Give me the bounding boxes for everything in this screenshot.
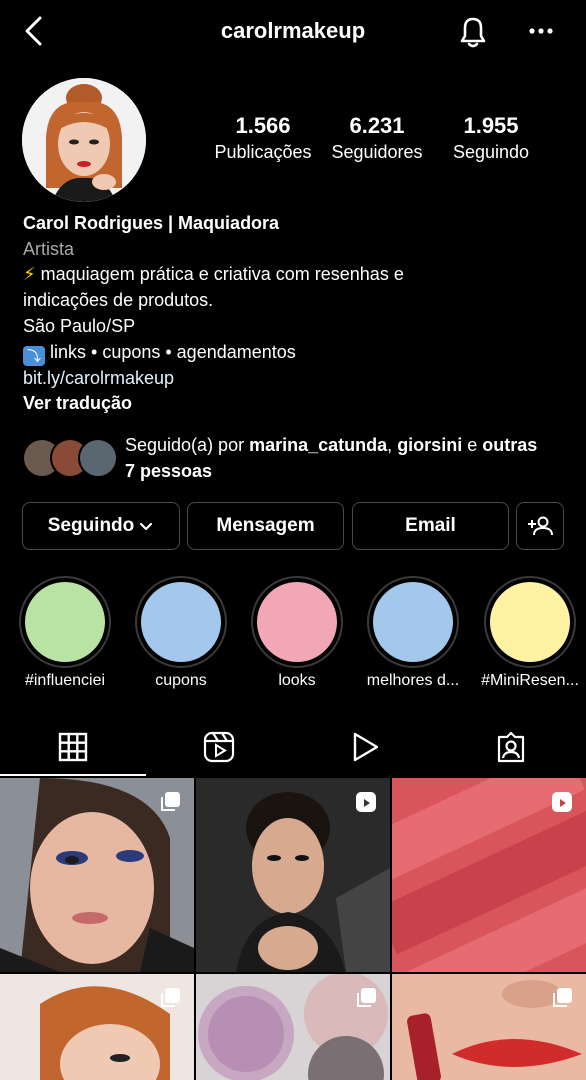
followed-by-user-2[interactable]: giorsini <box>397 435 462 455</box>
notifications-button[interactable] <box>456 14 490 50</box>
bio-link[interactable]: bit.ly/carolrmakeup <box>23 366 568 392</box>
email-button-label: Email <box>405 515 456 536</box>
followed-by[interactable]: Seguido(a) por marina_catunda, giorsini … <box>22 432 567 486</box>
story-highlight-looks[interactable]: looks <box>251 576 343 689</box>
followed-by-text: Seguido(a) por marina_catunda, giorsini … <box>125 432 545 484</box>
email-button[interactable]: Email <box>352 502 509 550</box>
highlight-cover <box>490 582 570 662</box>
tab-reels[interactable] <box>146 718 292 776</box>
tagged-icon <box>497 731 525 763</box>
bio-line-1: ⚡ maquiagem prática e criativa com resen… <box>23 262 568 288</box>
carousel-icon <box>553 988 572 1007</box>
profile-tabs <box>0 718 586 776</box>
profile-photo <box>22 78 146 202</box>
highlight-cover <box>373 582 453 662</box>
tab-tagged[interactable] <box>438 718 584 776</box>
stat-following-label: Seguindo <box>452 142 530 162</box>
followed-by-prefix: Seguido(a) por <box>125 435 245 455</box>
highlight-cover <box>141 582 221 662</box>
arrow-down-icon: ⤵ <box>23 345 45 366</box>
post-thumbnail[interactable] <box>392 974 586 1080</box>
story-highlight-miniresenhas[interactable]: #MiniResen... <box>481 576 579 689</box>
video-play-icon <box>353 732 379 762</box>
add-user-icon <box>528 516 553 536</box>
post-thumbnail[interactable] <box>196 778 390 972</box>
profile-bio: Carol Rodrigues | Maquiadora Artista ⚡ m… <box>23 211 568 417</box>
stat-followers-label: Seguidores <box>331 142 423 162</box>
stat-posts-label: Publicações <box>214 142 312 162</box>
message-button[interactable]: Mensagem <box>187 502 344 550</box>
highlight-label: melhores d... <box>366 672 460 689</box>
profile-name: Carol Rodrigues | Maquiadora <box>23 213 280 233</box>
lightning-icon: ⚡ <box>23 264 36 285</box>
stat-followers[interactable]: 6.231 Seguidores <box>322 112 432 164</box>
profile-category: Artista <box>23 238 75 259</box>
bio-line-1-text: maquiagem prática e criativa com resenha… <box>40 264 404 285</box>
highlight-label: cupons <box>155 672 207 689</box>
message-button-label: Mensagem <box>216 515 315 536</box>
reels-icon <box>203 731 235 763</box>
post-thumbnail[interactable] <box>0 974 194 1080</box>
more-horizontal-icon <box>529 28 553 34</box>
bell-icon <box>460 17 486 48</box>
top-bar: carolrmakeup <box>0 0 586 64</box>
carousel-icon <box>161 988 180 1007</box>
following-button[interactable]: Seguindo <box>22 502 180 550</box>
story-highlight-influenciei[interactable]: #influenciei <box>19 576 111 689</box>
highlight-label: #MiniResen... <box>481 672 579 689</box>
tab-videos[interactable] <box>292 718 438 776</box>
see-translation-link[interactable]: Ver tradução <box>23 391 568 417</box>
grid-icon <box>58 732 88 762</box>
post-thumbnail[interactable] <box>392 778 586 972</box>
followed-by-separator: , <box>387 435 393 455</box>
highlight-ring <box>19 576 111 668</box>
bio-line-4: ⤵ links • cupons • agendamentos <box>23 340 568 366</box>
profile-avatar[interactable] <box>22 78 146 202</box>
profile-username: carolrmakeup <box>220 18 366 43</box>
highlight-label: #influenciei <box>24 672 106 689</box>
reels-icon <box>356 792 376 812</box>
highlight-cover <box>257 582 337 662</box>
followed-by-avatars <box>22 438 118 480</box>
highlight-label: looks <box>278 672 316 689</box>
followed-by-user-1[interactable]: marina_catunda <box>249 435 387 455</box>
bio-location: São Paulo/SP <box>23 315 136 336</box>
highlight-ring <box>484 576 576 668</box>
tab-grid[interactable] <box>0 718 146 776</box>
carousel-icon <box>161 792 180 811</box>
stat-posts-count: 1.566 <box>235 113 291 138</box>
bio-line-4-text: links • cupons • agendamentos <box>50 341 296 362</box>
more-options-button[interactable] <box>524 20 558 42</box>
highlight-ring <box>135 576 227 668</box>
avatar <box>78 438 118 478</box>
highlight-cover <box>25 582 105 662</box>
stat-following-count: 1.955 <box>463 113 519 138</box>
story-highlight-melhores[interactable]: melhores d... <box>367 576 459 689</box>
chevron-down-icon <box>140 522 153 531</box>
stat-followers-count: 6.231 <box>349 113 405 138</box>
following-button-label: Seguindo <box>47 515 135 536</box>
carousel-icon <box>357 988 376 1007</box>
bio-line-2: indicações de produtos. <box>23 290 214 311</box>
stat-posts[interactable]: 1.566 Publicações <box>208 112 318 164</box>
highlight-ring <box>251 576 343 668</box>
post-thumbnail[interactable] <box>196 974 390 1080</box>
reels-icon <box>552 792 572 812</box>
story-highlight-cupons[interactable]: cupons <box>135 576 227 689</box>
add-user-button[interactable] <box>516 502 564 550</box>
highlight-ring <box>367 576 459 668</box>
posts-grid <box>0 778 586 1080</box>
active-tab-indicator <box>0 774 146 776</box>
post-thumbnail[interactable] <box>0 778 194 972</box>
stat-following[interactable]: 1.955 Seguindo <box>436 112 546 164</box>
followed-by-conjunction: e <box>467 435 478 455</box>
